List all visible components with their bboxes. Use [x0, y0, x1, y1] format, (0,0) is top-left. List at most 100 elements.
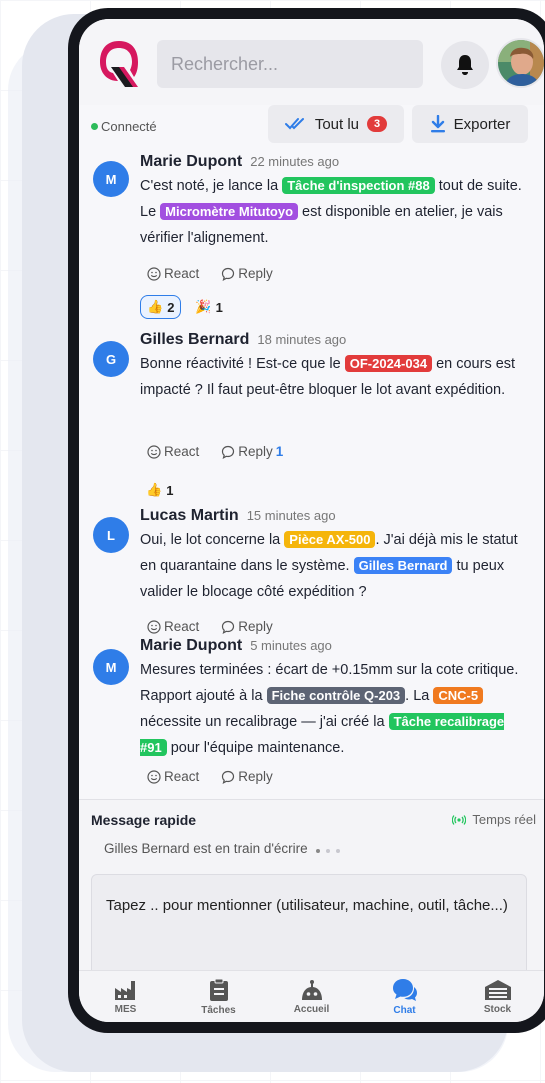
reaction-chip[interactable]: 🎉 1	[189, 296, 228, 318]
author-name[interactable]: Marie Dupont	[140, 153, 242, 171]
message-input[interactable]	[91, 874, 527, 982]
smiley-icon	[147, 444, 161, 459]
nav-label: Accueil	[293, 1003, 330, 1015]
export-label: Exporter	[453, 115, 511, 133]
user-avatar[interactable]	[496, 38, 544, 88]
chat-bubbles-icon	[392, 978, 417, 1001]
mention-tag[interactable]: Pièce AX-500	[284, 531, 376, 548]
message-text: C'est noté, je lance la Tâche d'inspecti…	[140, 177, 522, 246]
speech-bubble-icon	[222, 267, 235, 281]
typing-text: Gilles Bernard est en train d'écrire	[104, 841, 308, 856]
phone-frame: Connecté Tout lu 3 Exporter MMari	[68, 8, 545, 1033]
reply-button[interactable]: Reply	[221, 619, 273, 634]
react-label: React	[164, 444, 200, 459]
message-timestamp: 5 minutes ago	[250, 638, 332, 653]
react-label: React	[164, 769, 200, 784]
clipboard-icon	[209, 978, 228, 1001]
mention-tag[interactable]: CNC-5	[433, 687, 484, 704]
composer-title: Message rapide	[91, 812, 197, 828]
nav-label: Chat	[393, 1004, 416, 1016]
message-actions: React Reply	[147, 619, 273, 634]
message-item: G Gilles Bernard 18 minutes ago Bonne réact…	[79, 331, 544, 507]
nav-label: Stock	[483, 1003, 512, 1015]
message-text: Oui, le lot concerne la Pièce AX-500. J'…	[140, 531, 518, 600]
react-button[interactable]: React	[147, 444, 199, 459]
robot-icon	[301, 979, 322, 1000]
react-button[interactable]: React	[147, 266, 199, 281]
nav-label: MES	[114, 1003, 137, 1015]
speech-bubble-icon	[222, 770, 235, 784]
react-label: React	[164, 266, 200, 281]
reply-count: 1	[275, 444, 284, 459]
typing-dots-icon	[315, 841, 346, 856]
realtime-label: Temps réel	[472, 812, 536, 827]
reply-button[interactable]: Reply	[221, 769, 273, 784]
app-logo	[100, 41, 138, 87]
author-name[interactable]: Gilles Bernard	[140, 331, 249, 349]
bell-icon	[457, 55, 473, 75]
nav-item-mes[interactable]: MES	[79, 971, 172, 1022]
connection-status-label: Connecté	[101, 119, 157, 134]
message-item: L Lucas Martin 15 minutes ago Oui, le lot c…	[79, 507, 544, 637]
author-avatar[interactable]: M	[93, 161, 129, 197]
message-header: Marie Dupont 22 minutes ago	[140, 153, 339, 171]
reaction-count: 1	[166, 482, 174, 498]
broadcast-icon	[452, 814, 467, 825]
smiley-icon	[147, 769, 161, 784]
chat-toolbar: Connecté Tout lu 3 Exporter	[79, 105, 544, 155]
app-header	[79, 19, 544, 105]
message-header: Marie Dupont 5 minutes ago	[140, 637, 332, 655]
author-avatar[interactable]: G	[93, 341, 129, 377]
mention-tag[interactable]: OF-2024-034	[344, 355, 433, 372]
author-name[interactable]: Marie Dupont	[140, 637, 242, 655]
message-item: M Marie Dupont 22 minutes ago C'est noté, j…	[79, 153, 544, 331]
message-timestamp: 22 minutes ago	[250, 154, 340, 169]
nav-label: Tâches	[201, 1004, 236, 1016]
message-header: Lucas Martin 15 minutes ago	[140, 507, 336, 525]
reaction-emoji-icon: 🎉	[195, 299, 212, 314]
speech-bubble-icon	[222, 445, 235, 459]
warehouse-icon	[484, 979, 511, 1000]
reaction-emoji-icon: 👍	[146, 482, 163, 497]
mention-tag[interactable]: Fiche contrôle Q-203	[266, 687, 406, 704]
reply-button[interactable]: Reply 1	[221, 444, 283, 459]
quick-message-panel: Message rapide Temps réel Gilles Bernard…	[79, 799, 544, 982]
nav-item-stock[interactable]: Stock	[451, 971, 544, 1022]
reaction-chip[interactable]: 👍 1	[140, 479, 179, 501]
realtime-indicator: Temps réel	[452, 812, 536, 827]
app-screen: Connecté Tout lu 3 Exporter MMari	[79, 19, 544, 1022]
unread-count-badge: 3	[367, 116, 388, 132]
message-item: M Marie Dupont 5 minutes ago Mesures termin…	[79, 637, 544, 797]
author-name[interactable]: Lucas Martin	[140, 507, 239, 525]
notifications-button[interactable]	[441, 41, 489, 89]
react-button[interactable]: React	[147, 619, 199, 634]
connection-status: Connecté	[91, 119, 157, 134]
reaction-chip[interactable]: 👍 2	[140, 295, 182, 319]
author-avatar[interactable]: L	[93, 517, 129, 553]
nav-item-accueil[interactable]: Accueil	[265, 971, 358, 1022]
reply-label: Reply	[238, 769, 273, 784]
reply-label: Reply	[238, 444, 273, 459]
bottom-navigation: MES Tâches Accueil Chat Stock	[79, 970, 544, 1022]
reaction-count: 1	[215, 299, 223, 315]
message-timestamp: 15 minutes ago	[246, 508, 336, 523]
author-avatar[interactable]: M	[93, 649, 129, 685]
reply-button[interactable]: Reply	[221, 266, 273, 281]
search-input[interactable]	[157, 40, 423, 88]
mention-tag[interactable]: Gilles Bernard	[353, 557, 453, 574]
message-actions: React Reply	[147, 769, 273, 784]
message-actions: React Reply 1	[147, 444, 283, 459]
nav-item-taches[interactable]: Tâches	[172, 971, 265, 1022]
mention-tag[interactable]: Tâche recalibrage #91	[140, 713, 505, 756]
react-button[interactable]: React	[147, 769, 199, 784]
mark-all-read-button[interactable]: Tout lu 3	[268, 105, 404, 143]
reaction-emoji-icon: 👍	[147, 299, 164, 314]
double-check-icon	[284, 118, 304, 130]
nav-item-chat[interactable]: Chat	[358, 971, 451, 1022]
mention-tag[interactable]: Tâche d'inspection #88	[282, 177, 435, 194]
mention-tag[interactable]: Micromètre Mitutoyo	[160, 203, 299, 220]
react-label: React	[164, 619, 200, 634]
reactions-row: 👍 2 🎉 1	[140, 295, 229, 319]
export-button[interactable]: Exporter	[412, 105, 528, 143]
message-timestamp: 18 minutes ago	[257, 332, 347, 347]
